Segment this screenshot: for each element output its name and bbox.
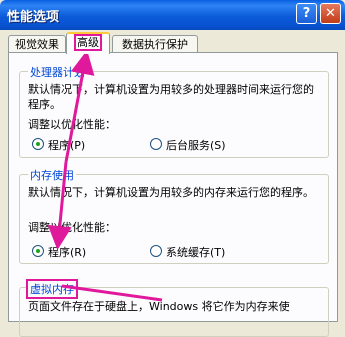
tab-label: 高级 [74,34,102,51]
virtual-memory-description: 页面文件存在于硬盘上，Windows 将它作为内存来使 [28,300,290,313]
processor-programs-radio[interactable] [32,138,44,150]
processor-description: 默认情况下，计算机设置为用较多的处理器时间来运行您的程序。 [28,83,314,111]
processor-background-services-radio[interactable] [150,138,162,150]
memory-usage-group: 内存使用 默认情况下，计算机设置为用较多的内存来运行您的程序。 调整以优化性能：… [19,167,329,264]
close-button[interactable]: ✕ [320,3,341,24]
help-icon: ? [302,6,311,21]
tab-label: 视觉效果 [15,38,59,51]
memory-legend: 内存使用 [28,167,76,183]
window-title: 性能选项 [7,10,60,25]
title-bar[interactable]: 性能选项 ? ✕ [0,0,345,30]
tab-advanced[interactable]: 高级 [66,32,110,54]
memory-system-cache-label[interactable]: 系统缓存(T) [166,244,225,260]
processor-programs-label[interactable]: 程序(P) [48,137,85,153]
memory-adjust-label: 调整以优化性能： [28,221,116,234]
help-button[interactable]: ? [296,3,317,24]
tab-data-execution-prevention[interactable]: 数据执行保护 [112,35,198,53]
virtual-memory-group: 虚拟内存 页面文件存在于硬盘上，Windows 将它作为内存来使 [19,279,329,337]
advanced-tab-page: 处理器计划 默认情况下，计算机设置为用较多的处理器时间来运行您的程序。 调整以优… [8,52,338,337]
processor-scheduling-group: 处理器计划 默认情况下，计算机设置为用较多的处理器时间来运行您的程序。 调整以优… [19,64,329,158]
processor-legend: 处理器计划 [28,64,87,80]
tab-label: 数据执行保护 [122,38,188,51]
memory-system-cache-radio[interactable] [150,245,162,257]
close-icon: ✕ [325,6,336,21]
processor-background-services-label[interactable]: 后台服务(S) [166,137,226,153]
virtual-memory-legend: 虚拟内存 [26,279,78,299]
memory-description: 默认情况下，计算机设置为用较多的内存来运行您的程序。 [28,186,314,199]
memory-programs-label[interactable]: 程序(R) [48,244,86,260]
tab-visual-effects[interactable]: 视觉效果 [8,35,66,53]
processor-adjust-label: 调整以优化性能： [28,118,116,131]
memory-programs-radio[interactable] [32,245,44,257]
